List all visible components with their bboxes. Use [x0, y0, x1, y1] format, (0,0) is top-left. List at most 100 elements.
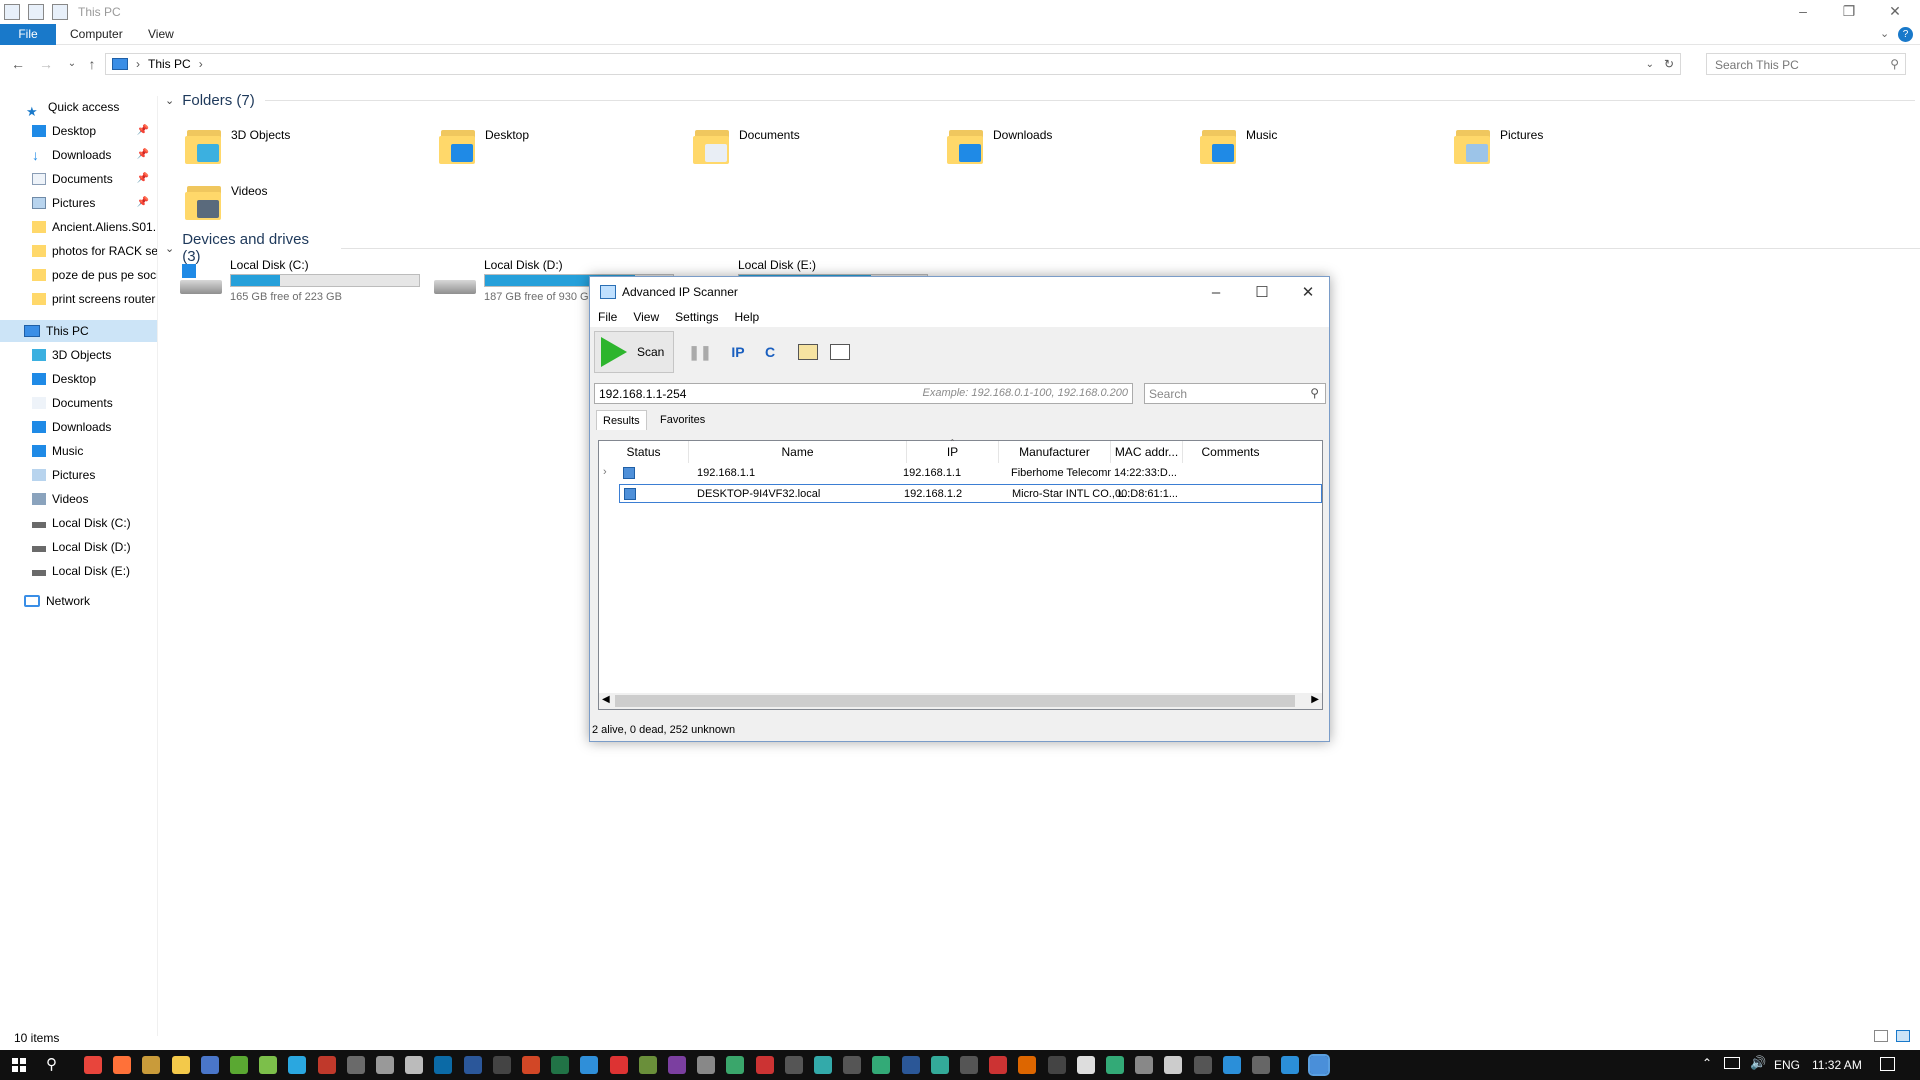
action-center-icon[interactable] [1880, 1057, 1895, 1071]
clock[interactable]: 11:32 AM [1812, 1058, 1862, 1072]
app-icon[interactable] [1018, 1056, 1037, 1074]
up-icon[interactable]: ↑ [82, 54, 102, 74]
app-icon[interactable] [814, 1056, 832, 1074]
column-comments[interactable]: Comments [1183, 441, 1278, 463]
sidebar-item-music[interactable]: Music [0, 440, 157, 462]
sidebar-item-recent-folder[interactable]: print screens router [0, 288, 157, 310]
app-icon[interactable] [1106, 1056, 1124, 1074]
app-icon[interactable] [1047, 1056, 1066, 1074]
sidebar-item-pictures[interactable]: Pictures [0, 464, 157, 486]
app-icon[interactable] [697, 1056, 716, 1074]
folder-tile[interactable]: Pictures [1454, 120, 1694, 174]
subnet-c-icon[interactable]: C [758, 340, 782, 364]
sidebar-item-pictures[interactable]: Pictures 📌 [0, 192, 157, 214]
app-icon[interactable] [784, 1056, 803, 1074]
minimize-icon[interactable]: – [1780, 0, 1826, 22]
sidebar-item-recent-folder[interactable]: Ancient.Aliens.S01.I [0, 216, 157, 238]
sidebar-item-local-disk-d[interactable]: Local Disk (D:) [0, 536, 157, 558]
powerpoint-icon[interactable] [522, 1056, 540, 1074]
network-status-icon[interactable] [1724, 1057, 1740, 1069]
close-icon[interactable]: ✕ [1285, 277, 1331, 307]
app-icon[interactable] [259, 1056, 278, 1074]
sidebar-item-3d-objects[interactable]: 3D Objects [0, 344, 157, 366]
app-icon[interactable] [1252, 1056, 1270, 1074]
chrome-icon[interactable] [84, 1056, 102, 1074]
excel-icon[interactable] [551, 1056, 570, 1074]
word-icon[interactable] [463, 1056, 482, 1074]
ip-class-icon[interactable]: IP [726, 340, 750, 364]
sidebar-item-downloads[interactable]: ↓ Downloads 📌 [0, 144, 157, 166]
tab-favorites[interactable]: Favorites [654, 410, 711, 430]
sidebar-item-local-disk-c[interactable]: Local Disk (C:) [0, 512, 157, 534]
sidebar-item-this-pc[interactable]: This PC [0, 320, 157, 342]
column-name[interactable]: Name [689, 441, 907, 463]
details-view-icon[interactable] [1874, 1030, 1888, 1042]
photoshop-icon[interactable] [434, 1056, 453, 1074]
firefox-icon[interactable] [113, 1056, 132, 1074]
app-icon[interactable] [901, 1056, 920, 1074]
app-icon[interactable] [1164, 1056, 1183, 1074]
menu-view[interactable]: View [633, 310, 659, 324]
sidebar-item-downloads[interactable]: Downloads [0, 416, 157, 438]
app-icon[interactable] [960, 1056, 978, 1074]
app-icon[interactable] [843, 1056, 862, 1074]
tool-icon[interactable] [142, 1056, 161, 1074]
scroll-left-icon[interactable]: ◀ [602, 694, 610, 705]
app-icon[interactable] [1222, 1056, 1241, 1074]
tab-results[interactable]: Results [596, 410, 647, 430]
sidebar-item-desktop[interactable]: Desktop 📌 [0, 120, 157, 142]
app-icon[interactable] [755, 1056, 774, 1074]
close-icon[interactable]: ✕ [1872, 0, 1918, 22]
ip-scanner-icon[interactable] [1308, 1054, 1331, 1076]
scroll-right-icon[interactable]: ▶ [1311, 694, 1319, 705]
search-icon[interactable]: ⚲ [46, 1055, 57, 1073]
volume-icon[interactable]: 🔊 [1750, 1055, 1766, 1071]
collapse-chevron-icon[interactable]: ⌄ [165, 94, 174, 107]
folder-tile[interactable]: Documents [693, 120, 933, 174]
search-input[interactable]: Search ⚲ [1144, 383, 1326, 404]
recent-locations-icon[interactable]: ⌄ [62, 54, 82, 74]
folders-group-header[interactable]: ⌄ Folders (7) [165, 92, 1915, 109]
folder-tile[interactable]: Videos [185, 176, 425, 230]
app-icon[interactable] [638, 1056, 657, 1074]
collapse-chevron-icon[interactable]: ⌄ [165, 242, 174, 255]
column-manufacturer[interactable]: Manufacturer [999, 441, 1111, 463]
table-row[interactable]: DESKTOP-9I4VF32.local 192.168.1.2 Micro-… [619, 484, 1322, 503]
sidebar-item-local-disk-e[interactable]: Local Disk (E:) [0, 560, 157, 582]
refresh-icon[interactable]: ↻ [1664, 57, 1674, 71]
folder-tile[interactable]: 3D Objects [185, 120, 425, 174]
pause-icon[interactable]: ❚❚ [688, 340, 712, 364]
sidebar-item-desktop[interactable]: Desktop [0, 368, 157, 390]
app-icon[interactable] [580, 1056, 599, 1074]
breadcrumb-chevron-icon[interactable]: › [199, 57, 203, 71]
input-language[interactable]: ENG [1774, 1058, 1800, 1072]
folder-tile[interactable]: Music [1200, 120, 1440, 174]
expand-row-icon[interactable]: › [603, 466, 607, 478]
app-icon[interactable] [668, 1056, 686, 1074]
back-icon[interactable]: ← [8, 54, 28, 74]
properties-icon[interactable] [28, 4, 44, 20]
sidebar-item-quick-access[interactable]: ★ Quick access [0, 96, 157, 118]
restore-icon[interactable]: ❐ [1826, 0, 1872, 22]
app-icon[interactable] [609, 1056, 628, 1074]
app-icon[interactable] [288, 1056, 307, 1074]
folder-tile[interactable]: Downloads [947, 120, 1187, 174]
app-icon[interactable] [1281, 1056, 1300, 1074]
scrollbar-thumb[interactable] [615, 695, 1295, 707]
app-icon[interactable] [405, 1056, 424, 1074]
windows-start-icon[interactable] [12, 1058, 26, 1072]
tab-view[interactable]: View [134, 24, 188, 45]
app-icon[interactable] [1193, 1056, 1212, 1074]
menu-help[interactable]: Help [735, 310, 760, 324]
address-bar[interactable]: › This PC › ⌄ ↻ [105, 53, 1681, 75]
app-icon[interactable] [492, 1056, 511, 1074]
app-icon[interactable] [200, 1056, 219, 1074]
help-icon[interactable]: ? [1898, 27, 1913, 42]
tab-file[interactable]: File [0, 24, 56, 45]
sidebar-item-recent-folder[interactable]: poze de pus pe soci [0, 264, 157, 286]
sidebar-item-documents[interactable]: Documents [0, 392, 157, 414]
app-icon[interactable] [1076, 1056, 1095, 1074]
filezilla-icon[interactable] [317, 1056, 336, 1074]
new-folder-icon[interactable] [52, 4, 68, 20]
maximize-icon[interactable]: ☐ [1239, 277, 1285, 307]
